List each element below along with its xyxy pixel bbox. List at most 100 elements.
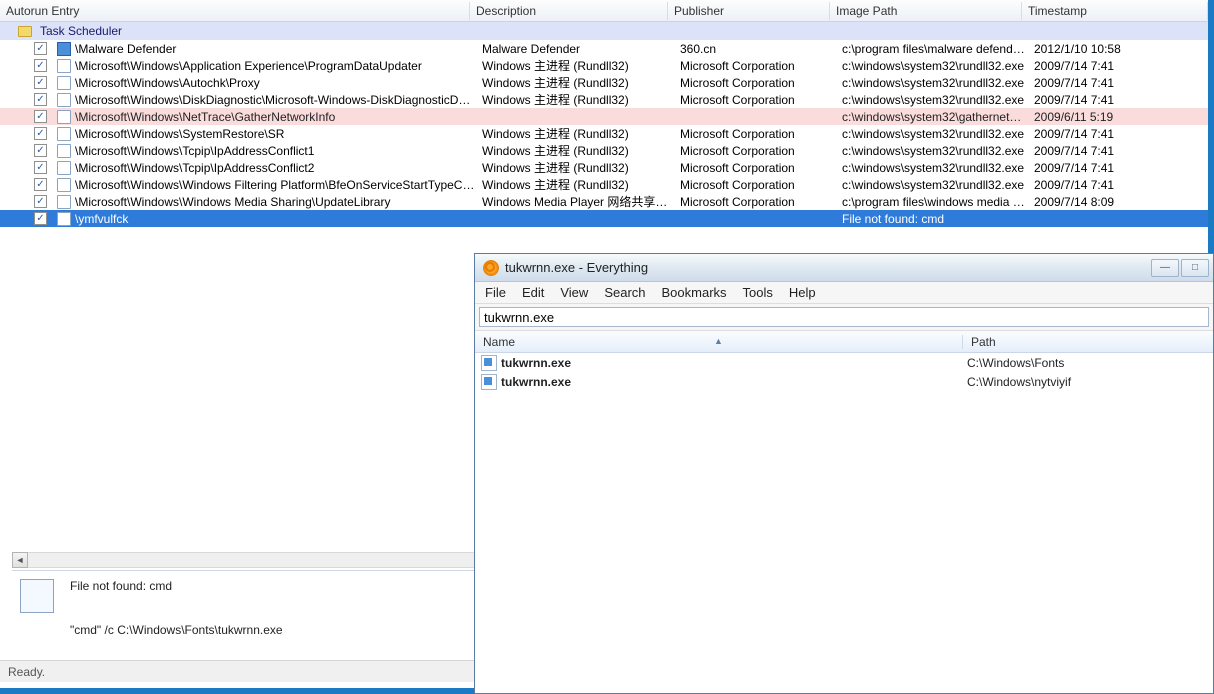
- checkbox[interactable]: [34, 212, 47, 225]
- file-icon: [57, 76, 71, 90]
- cell-publisher: Microsoft Corporation: [680, 195, 842, 209]
- table-row[interactable]: \Microsoft\Windows\SystemRestore\SRWindo…: [0, 125, 1208, 142]
- everything-column-headers: Name ▲ Path: [475, 331, 1213, 353]
- file-icon: [57, 161, 71, 175]
- column-header-timestamp[interactable]: Timestamp: [1022, 2, 1208, 20]
- menu-help[interactable]: Help: [789, 285, 816, 300]
- cell-description: Windows 主进程 (Rundll32): [482, 57, 680, 74]
- checkbox[interactable]: [34, 42, 47, 55]
- checkbox[interactable]: [34, 76, 47, 89]
- column-header-publisher[interactable]: Publisher: [668, 2, 830, 20]
- checkbox[interactable]: [34, 110, 47, 123]
- column-header-imagepath[interactable]: Image Path: [830, 2, 1022, 20]
- exe-icon: [481, 374, 497, 390]
- menu-tools[interactable]: Tools: [743, 285, 773, 300]
- menu-edit[interactable]: Edit: [522, 285, 544, 300]
- column-header-entry[interactable]: Autorun Entry: [0, 2, 470, 20]
- detail-icon: [20, 579, 54, 613]
- cell-timestamp: 2009/7/14 7:41: [1034, 144, 1208, 158]
- table-row[interactable]: \Microsoft\Windows\Tcpip\IpAddressConfli…: [0, 159, 1208, 176]
- scroll-left-icon[interactable]: ◄: [12, 552, 28, 568]
- checkbox[interactable]: [34, 59, 47, 72]
- table-row[interactable]: \Microsoft\Windows\Windows Filtering Pla…: [0, 176, 1208, 193]
- cell-description: Windows 主进程 (Rundll32): [482, 159, 680, 176]
- result-name: tukwrnn.exe: [501, 375, 967, 389]
- cell-publisher: Microsoft Corporation: [680, 59, 842, 73]
- everything-titlebar[interactable]: tukwrnn.exe - Everything — □: [475, 254, 1213, 282]
- cell-imagepath: c:\windows\system32\rundll32.exe: [842, 93, 1034, 107]
- table-row[interactable]: \Microsoft\Windows\Application Experienc…: [0, 57, 1208, 74]
- cell-entry: \Microsoft\Windows\Autochk\Proxy: [75, 76, 482, 90]
- checkbox[interactable]: [34, 161, 47, 174]
- cell-imagepath: c:\program files\windows media play...: [842, 195, 1034, 209]
- everything-logo-icon: [483, 260, 499, 276]
- cell-entry: \Microsoft\Windows\Tcpip\IpAddressConfli…: [75, 144, 482, 158]
- maximize-button[interactable]: □: [1181, 259, 1209, 277]
- detail-line-2: "cmd" /c C:\Windows\Fonts\tukwrnn.exe: [70, 623, 283, 637]
- ev-column-name[interactable]: Name ▲: [475, 335, 963, 349]
- menu-view[interactable]: View: [560, 285, 588, 300]
- table-row[interactable]: \Microsoft\Windows\NetTrace\GatherNetwor…: [0, 108, 1208, 125]
- table-row[interactable]: \Microsoft\Windows\Tcpip\IpAddressConfli…: [0, 142, 1208, 159]
- cell-description: Windows 主进程 (Rundll32): [482, 125, 680, 142]
- cell-description: Windows 主进程 (Rundll32): [482, 91, 680, 108]
- search-input[interactable]: [479, 307, 1209, 327]
- file-icon: [57, 212, 71, 226]
- cell-description: Windows 主进程 (Rundll32): [482, 142, 680, 159]
- checkbox[interactable]: [34, 127, 47, 140]
- column-header-description[interactable]: Description: [470, 2, 668, 20]
- cell-publisher: Microsoft Corporation: [680, 178, 842, 192]
- menu-search[interactable]: Search: [604, 285, 645, 300]
- cell-timestamp: 2009/7/14 7:41: [1034, 178, 1208, 192]
- checkbox[interactable]: [34, 144, 47, 157]
- table-row[interactable]: \Microsoft\Windows\Autochk\ProxyWindows …: [0, 74, 1208, 91]
- file-icon: [57, 144, 71, 158]
- result-path: C:\Windows\nytviyif: [967, 375, 1213, 389]
- cell-entry: \ymfvulfck: [75, 212, 482, 226]
- table-row[interactable]: \Malware DefenderMalware Defender360.cnc…: [0, 40, 1208, 57]
- everything-window: tukwrnn.exe - Everything — □ File Edit V…: [474, 253, 1214, 694]
- cell-entry: \Microsoft\Windows\DiskDiagnostic\Micros…: [75, 93, 482, 107]
- autoruns-column-headers: Autorun Entry Description Publisher Imag…: [0, 0, 1208, 22]
- minimize-button[interactable]: —: [1151, 259, 1179, 277]
- cell-timestamp: 2009/7/14 8:09: [1034, 195, 1208, 209]
- cell-publisher: 360.cn: [680, 42, 842, 56]
- file-icon: [57, 59, 71, 73]
- cell-publisher: Microsoft Corporation: [680, 144, 842, 158]
- ev-column-path[interactable]: Path: [963, 335, 1213, 349]
- cell-entry: \Microsoft\Windows\SystemRestore\SR: [75, 127, 482, 141]
- list-item[interactable]: tukwrnn.exeC:\Windows\Fonts: [475, 353, 1213, 372]
- cell-timestamp: 2009/7/14 7:41: [1034, 59, 1208, 73]
- list-item[interactable]: tukwrnn.exeC:\Windows\nytviyif: [475, 372, 1213, 391]
- file-icon: [57, 195, 71, 209]
- cell-timestamp: 2009/7/14 7:41: [1034, 76, 1208, 90]
- cell-imagepath: c:\program files\malware defender\m...: [842, 42, 1034, 56]
- file-icon: [57, 127, 71, 141]
- menu-bookmarks[interactable]: Bookmarks: [662, 285, 727, 300]
- cell-imagepath: c:\windows\system32\rundll32.exe: [842, 144, 1034, 158]
- checkbox[interactable]: [34, 178, 47, 191]
- cell-description: Windows 主进程 (Rundll32): [482, 176, 680, 193]
- cell-entry: \Microsoft\Windows\Windows Filtering Pla…: [75, 178, 482, 192]
- cell-timestamp: 2009/7/14 7:41: [1034, 93, 1208, 107]
- table-row[interactable]: \ymfvulfckFile not found: cmd: [0, 210, 1208, 227]
- cell-entry: \Microsoft\Windows\Tcpip\IpAddressConfli…: [75, 161, 482, 175]
- cell-description: Malware Defender: [482, 42, 680, 56]
- checkbox[interactable]: [34, 93, 47, 106]
- cell-publisher: Microsoft Corporation: [680, 161, 842, 175]
- ev-column-name-label: Name: [483, 335, 515, 349]
- result-name: tukwrnn.exe: [501, 356, 967, 370]
- table-row[interactable]: \Microsoft\Windows\DiskDiagnostic\Micros…: [0, 91, 1208, 108]
- exe-icon: [481, 355, 497, 371]
- detail-line-1: File not found: cmd: [70, 579, 283, 593]
- group-row-task-scheduler[interactable]: Task Scheduler: [0, 22, 1208, 40]
- table-row[interactable]: \Microsoft\Windows\Windows Media Sharing…: [0, 193, 1208, 210]
- autoruns-list: Task Scheduler\Malware DefenderMalware D…: [0, 22, 1208, 227]
- cell-timestamp: 2009/6/11 5:19: [1034, 110, 1208, 124]
- file-icon: [57, 93, 71, 107]
- checkbox[interactable]: [34, 195, 47, 208]
- sort-asc-icon: ▲: [714, 336, 723, 346]
- menu-file[interactable]: File: [485, 285, 506, 300]
- folder-icon: [18, 26, 32, 37]
- cell-entry: \Malware Defender: [75, 42, 482, 56]
